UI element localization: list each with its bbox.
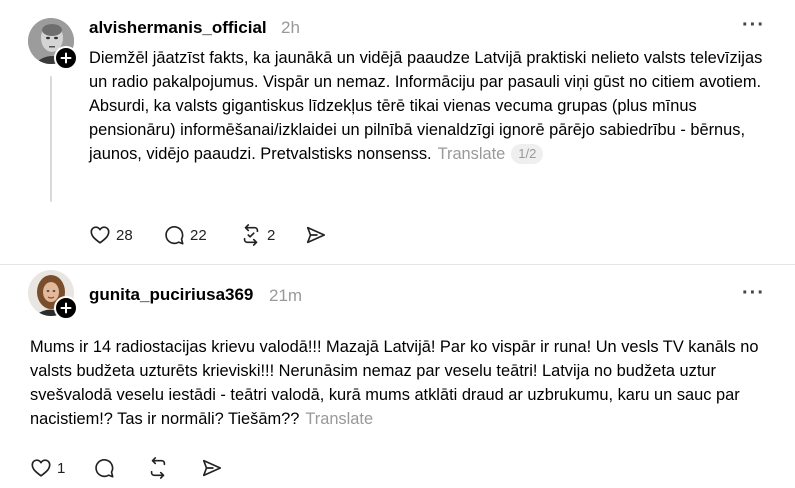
username[interactable]: gunita_puciriusa369 (89, 285, 253, 305)
repost-button[interactable] (147, 457, 169, 479)
post-text: Mums ir 14 radiostacijas krievu valodā!!… (30, 335, 775, 431)
comment-icon (95, 459, 114, 478)
post-body: Mums ir 14 radiostacijas krievu valodā!!… (30, 338, 759, 428)
share-button[interactable] (305, 224, 327, 246)
share-button[interactable] (201, 457, 223, 479)
timestamp[interactable]: 21m (269, 286, 302, 306)
translate-link[interactable]: Translate (438, 145, 506, 163)
heart-icon (90, 226, 110, 244)
like-button[interactable]: 28 (89, 224, 133, 246)
plus-icon (60, 52, 72, 64)
username[interactable]: alvishermanis_official (89, 18, 267, 38)
reply-button[interactable]: 22 (163, 224, 207, 246)
post-body: Diemžēl jāatzīst fakts, ka jaunākā un vi… (89, 49, 763, 163)
send-icon (306, 226, 326, 244)
page-indicator[interactable]: 1/2 (511, 144, 544, 164)
reply-button[interactable] (93, 457, 115, 479)
like-count: 28 (116, 226, 133, 244)
more-options-icon[interactable]: ··· (742, 283, 765, 303)
repost-icon (243, 224, 259, 246)
thread-line (50, 76, 52, 202)
translate-link[interactable]: Translate (305, 410, 373, 428)
repost-icon (150, 457, 166, 479)
timestamp[interactable]: 2h (281, 18, 300, 38)
plus-icon (60, 302, 72, 314)
reply-count: 22 (190, 226, 207, 244)
comment-icon (165, 226, 184, 245)
repost-button[interactable]: 2 (240, 224, 275, 246)
heart-icon (31, 459, 51, 477)
send-icon (202, 459, 222, 477)
repost-count: 2 (267, 226, 276, 244)
like-button[interactable]: 1 (30, 457, 65, 479)
more-options-icon[interactable]: ··· (742, 15, 765, 35)
follow-button[interactable] (54, 296, 78, 320)
post-2: gunita_puciriusa369 21m ··· Mums ir 14 r… (0, 265, 795, 488)
like-count: 1 (57, 459, 66, 477)
follow-button[interactable] (54, 46, 78, 70)
post-1: alvishermanis_official 2h ··· Diemžēl jā… (0, 0, 795, 264)
post-text: Diemžēl jāatzīst fakts, ka jaunākā un vi… (89, 46, 779, 166)
